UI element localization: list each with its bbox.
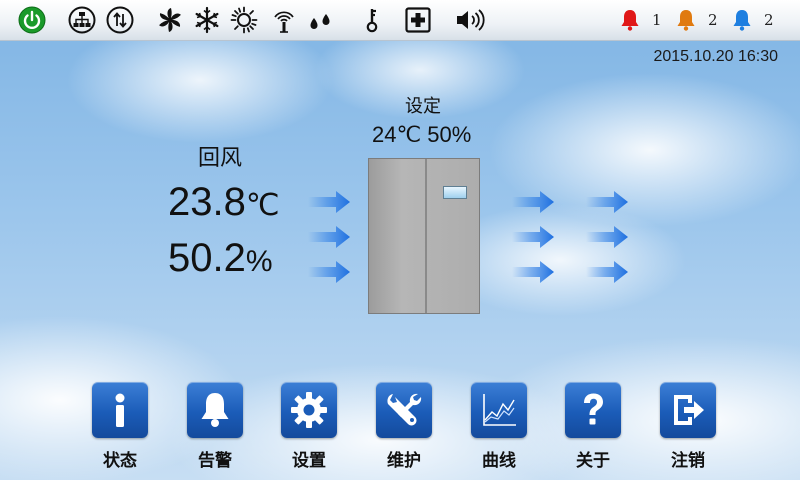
- setpoint-label: 设定: [405, 96, 441, 117]
- temperature-unit: ℃: [245, 189, 280, 222]
- return-air-humidity: 50.2%: [168, 236, 273, 281]
- about-label: 关于: [576, 451, 610, 471]
- alarm-label: 告警: [198, 451, 232, 471]
- network-icon[interactable]: [68, 6, 96, 34]
- logout-button[interactable]: [660, 382, 716, 438]
- maintenance-button[interactable]: [376, 382, 432, 438]
- snowflake-icon[interactable]: [193, 6, 221, 34]
- wireless-icon[interactable]: [270, 6, 298, 34]
- cabinet-display: [443, 186, 467, 199]
- alarm-button[interactable]: [187, 382, 243, 438]
- settings-button[interactable]: [281, 382, 337, 438]
- bell-icon: [733, 10, 751, 31]
- ac-unit-cabinet[interactable]: [368, 158, 480, 314]
- status-bar: 1 2 2: [0, 0, 800, 41]
- line-chart-icon: [483, 394, 516, 426]
- airflow-out-arrow-icon: [586, 261, 628, 283]
- status-button[interactable]: [92, 382, 148, 438]
- curve-label: 曲线: [482, 451, 516, 471]
- bell-icon: [621, 10, 639, 31]
- status-label: 状态: [103, 451, 137, 471]
- curve-button[interactable]: [471, 382, 527, 438]
- wrench-icon: [387, 393, 422, 426]
- about-button[interactable]: [565, 382, 621, 438]
- gear-icon: [291, 392, 327, 428]
- humidity-value: 50.2: [168, 236, 246, 280]
- alarm-count: 2: [764, 11, 774, 29]
- medical-cross-icon[interactable]: [404, 6, 432, 34]
- alarm-critical[interactable]: 1: [618, 8, 662, 32]
- airflow-out-arrow-icon: [512, 191, 554, 213]
- fan-icon[interactable]: [156, 6, 184, 34]
- airflow-out-arrow-icon: [586, 226, 628, 248]
- maintenance-label: 维护: [387, 451, 421, 471]
- alarm-minor[interactable]: 2: [730, 8, 774, 32]
- humidity-unit: %: [245, 245, 273, 278]
- airflow-out-arrow-icon: [512, 261, 554, 283]
- bell-icon: [677, 10, 695, 31]
- sun-icon[interactable]: [230, 6, 258, 34]
- alarm-count: 2: [708, 11, 718, 29]
- airflow-out-arrow-icon: [586, 191, 628, 213]
- key-icon[interactable]: [358, 6, 386, 34]
- settings-label: 设置: [292, 451, 326, 471]
- datetime: 2015.10.20 16:30: [653, 48, 778, 65]
- return-air-temperature: 23.8℃: [168, 180, 280, 225]
- temperature-value: 23.8: [168, 180, 246, 224]
- logout-icon: [674, 395, 704, 425]
- airflow-in-arrow-icon: [308, 191, 350, 213]
- airflow-out-arrow-icon: [512, 226, 554, 248]
- airflow-in-arrow-icon: [308, 261, 350, 283]
- airflow-in-arrow-icon: [308, 226, 350, 248]
- alarm-count: 1: [652, 11, 662, 29]
- alarm-major[interactable]: 2: [674, 8, 718, 32]
- bell-icon: [201, 393, 229, 427]
- return-air-label: 回风: [198, 146, 243, 171]
- cabinet-door-split: [425, 159, 427, 313]
- logout-label: 注销: [671, 451, 705, 471]
- setpoint-values: 24℃ 50%: [372, 122, 472, 147]
- speaker-icon[interactable]: [454, 6, 488, 34]
- transfer-icon[interactable]: [106, 6, 134, 34]
- question-icon: [584, 393, 603, 425]
- info-icon: [115, 393, 125, 427]
- power-icon[interactable]: [18, 6, 46, 34]
- water-drops-icon[interactable]: [306, 6, 334, 34]
